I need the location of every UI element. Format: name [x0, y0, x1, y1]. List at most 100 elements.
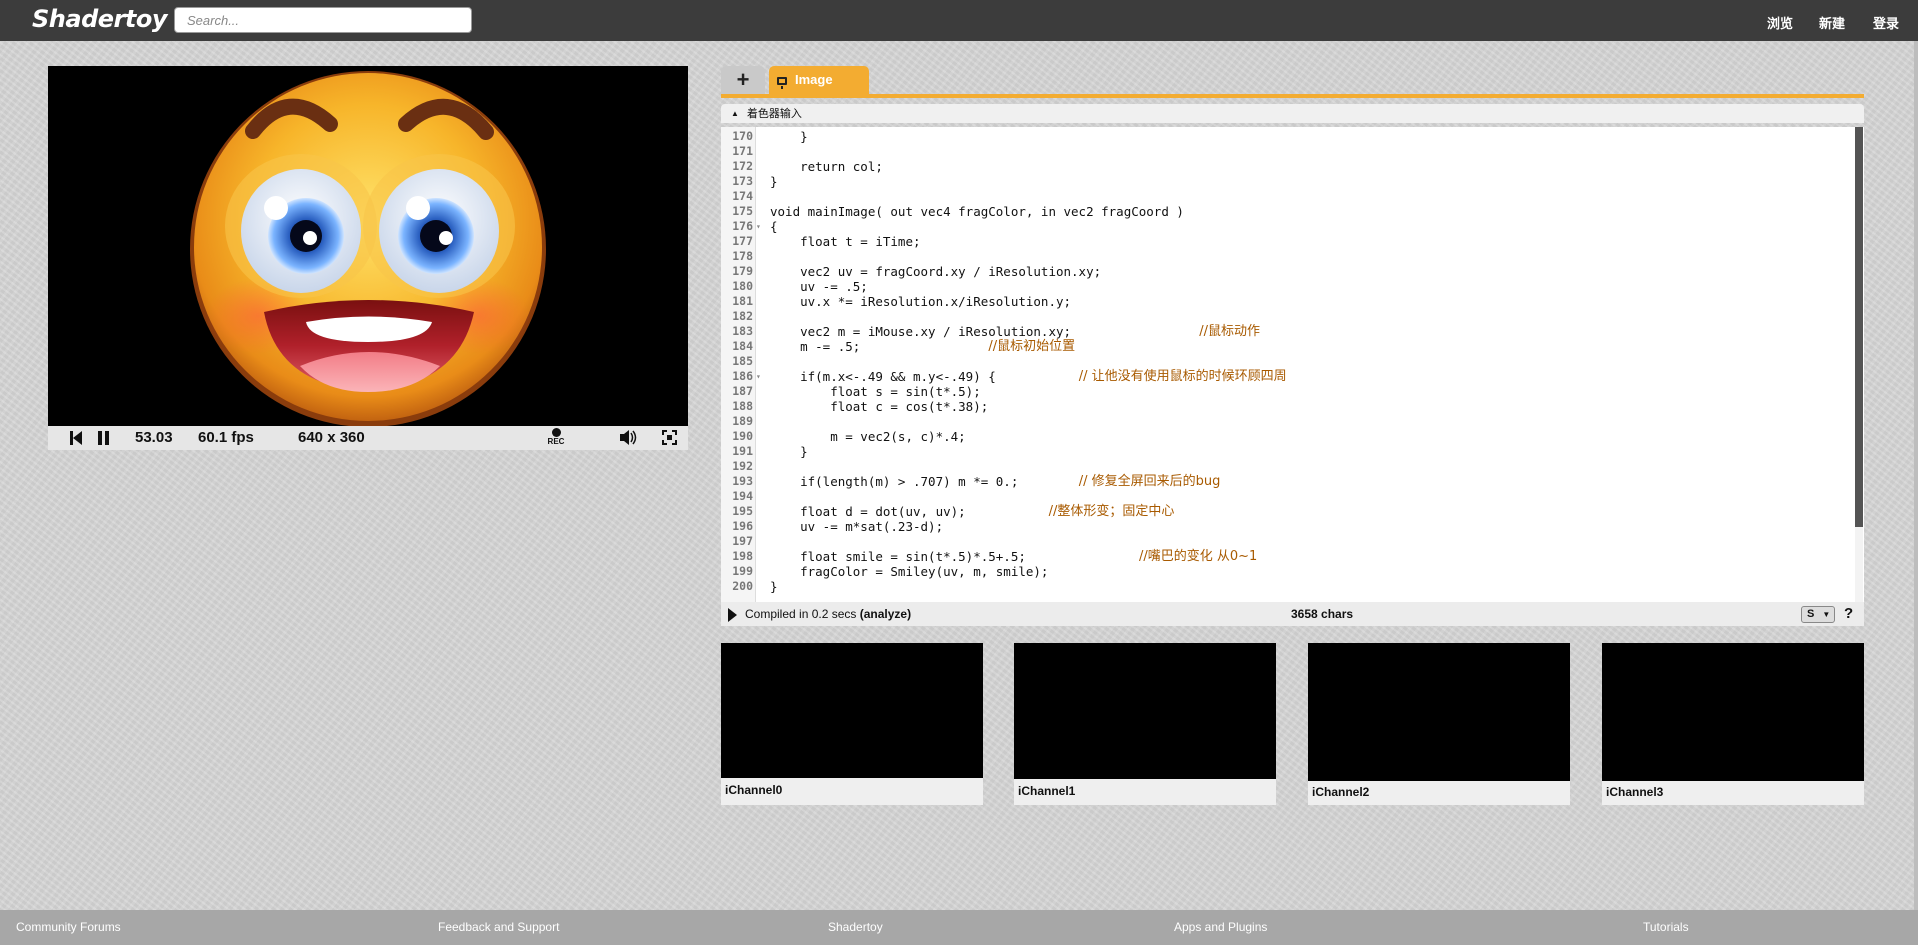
line-number: 200	[732, 579, 753, 593]
code-line[interactable]: 191 }	[721, 444, 1851, 459]
fold-arrow-icon[interactable]: ▾	[756, 219, 761, 234]
line-number: 174	[732, 189, 753, 203]
code-line[interactable]: 183 vec2 m = iMouse.xy / iResolution.xy;…	[721, 324, 1851, 339]
code-line[interactable]: 174	[721, 189, 1851, 204]
code-line[interactable]: 189	[721, 414, 1851, 429]
footer-apps-plugins[interactable]: Apps and Plugins	[1174, 920, 1267, 934]
line-number: 175	[732, 204, 753, 218]
record-label: REC	[547, 437, 565, 446]
code-line[interactable]: 197	[721, 534, 1851, 549]
line-number: 188	[732, 399, 753, 413]
ichannel2-slot[interactable]: iChannel2	[1308, 643, 1570, 805]
footer-community-forums[interactable]: Community Forums	[16, 920, 121, 934]
code-text: uv -= m*sat(.23-d);	[770, 519, 944, 534]
ichannel1-label: iChannel1	[1018, 784, 1076, 798]
code-text: void mainImage( out vec4 fragColor, in v…	[770, 204, 1184, 219]
code-line[interactable]: 178	[721, 249, 1851, 264]
help-button[interactable]: ?	[1844, 602, 1853, 626]
code-line[interactable]: 182	[721, 309, 1851, 324]
code-text: if(m.x<-.49 && m.y<-.49) {	[770, 369, 996, 384]
ichannel0-label: iChannel0	[725, 783, 783, 797]
volume-icon[interactable]	[620, 429, 638, 446]
ichannel1-preview[interactable]	[1014, 643, 1276, 779]
code-line[interactable]: 194	[721, 489, 1851, 504]
line-number: 189	[732, 414, 753, 428]
nav-login[interactable]: 登录	[1873, 13, 1899, 32]
code-line[interactable]: 185	[721, 354, 1851, 369]
code-line[interactable]: 199 fragColor = Smiley(uv, m, smile);	[721, 564, 1851, 579]
code-line[interactable]: 181 uv.x *= iResolution.x/iResolution.y;	[721, 294, 1851, 309]
line-number: 183	[732, 324, 753, 338]
line-number: 193	[732, 474, 753, 488]
line-number: 186	[732, 369, 753, 383]
code-editor[interactable]: 170 } 171 172 return col; 173} 174 175 void ma…	[721, 127, 1864, 602]
editor-scrollbar-thumb[interactable]	[1855, 127, 1863, 527]
search-input[interactable]	[174, 7, 472, 33]
line-number: 176	[732, 219, 753, 233]
ichannel2-preview[interactable]	[1308, 643, 1570, 781]
shader-canvas[interactable]	[48, 66, 688, 426]
code-line[interactable]: 175 void mainImage( out vec4 fragColor, i…	[721, 204, 1851, 219]
rewind-icon[interactable]	[70, 431, 82, 445]
char-count: 3658 chars	[1291, 607, 1354, 621]
code-line[interactable]: 187 float s = sin(t*.5);	[721, 384, 1851, 399]
line-number: 194	[732, 489, 753, 503]
tab-image[interactable]: Image	[769, 66, 869, 94]
page-scrollbar[interactable]	[1914, 41, 1918, 910]
code-line[interactable]: 176 ▾ {	[721, 219, 1851, 234]
code-line[interactable]: 192	[721, 459, 1851, 474]
nav-browse[interactable]: 浏览	[1767, 13, 1793, 32]
code-line[interactable]: 173}	[721, 174, 1851, 189]
footer-shadertoy[interactable]: Shadertoy	[828, 920, 883, 934]
ichannel1-slot[interactable]: iChannel1	[1014, 643, 1276, 805]
code-line[interactable]: 186 ▾ if(m.x<-.49 && m.y<-.49) {// 让他没有使用…	[721, 369, 1851, 384]
footer-tutorials[interactable]: Tutorials	[1643, 920, 1689, 934]
monitor-icon	[777, 77, 787, 89]
code-line[interactable]: 180 uv -= .5;	[721, 279, 1851, 294]
footer-feedback-support[interactable]: Feedback and Support	[438, 920, 559, 934]
record-button[interactable]: REC	[544, 428, 568, 446]
shader-inputs-toggle[interactable]: ▲ 着色器输入	[721, 104, 1864, 123]
code-line[interactable]: 193 if(length(m) > .707) m *= 0.; // 修复全屏…	[721, 474, 1851, 489]
code-text: }	[770, 579, 778, 594]
line-number: 187	[732, 384, 753, 398]
code-line[interactable]: 190 m = vec2(s, c)*.4;	[721, 429, 1851, 444]
code-line[interactable]: 195 float d = dot(uv, uv); //整体形变；固定中心	[721, 504, 1851, 519]
code-line[interactable]: 188 float c = cos(t*.38);	[721, 399, 1851, 414]
pause-icon[interactable]	[98, 431, 109, 445]
collapse-triangle-icon: ▲	[731, 109, 739, 118]
ichannel3-label: iChannel3	[1606, 785, 1664, 799]
code-line[interactable]: 196 uv -= m*sat(.23-d);	[721, 519, 1851, 534]
fullscreen-icon[interactable]	[662, 430, 677, 445]
smiley-face-render	[190, 71, 546, 426]
ichannel0-preview[interactable]	[721, 643, 983, 778]
code-line[interactable]: 184 m -= .5; //鼠标初始位置	[721, 339, 1851, 354]
code-line[interactable]: 198 float smile = sin(t*.5)*.5+.5; //嘴巴的变…	[721, 549, 1851, 564]
code-text: m = vec2(s, c)*.4;	[770, 429, 966, 444]
ichannel0-slot[interactable]: iChannel0	[721, 643, 983, 805]
code-line[interactable]: 170 }	[721, 129, 1851, 144]
resolution-display: 640 x 360	[298, 429, 365, 446]
ichannel3-preview[interactable]	[1602, 643, 1864, 781]
font-size-select[interactable]: S ▼	[1801, 606, 1835, 623]
code-line[interactable]: 177 float t = iTime;	[721, 234, 1851, 249]
fold-arrow-icon[interactable]: ▾	[756, 369, 761, 384]
code-text: float t = iTime;	[770, 234, 921, 249]
add-tab-button[interactable]: +	[721, 66, 765, 94]
ichannel3-slot[interactable]: iChannel3	[1602, 643, 1864, 805]
shadertoy-logo[interactable]: Shadertoy	[32, 5, 167, 33]
tab-image-label: Image	[795, 72, 833, 87]
code-text: vec2 m = iMouse.xy / iResolution.xy;	[770, 324, 1072, 339]
nav-new[interactable]: 新建	[1819, 13, 1845, 32]
code-line[interactable]: 179 vec2 uv = fragCoord.xy / iResolution…	[721, 264, 1851, 279]
chevron-down-icon: ▼	[1822, 610, 1831, 619]
line-number: 192	[732, 459, 753, 473]
compile-play-icon[interactable]	[728, 608, 737, 622]
code-line[interactable]: 172 return col;	[721, 159, 1851, 174]
code-text: if(length(m) > .707) m *= 0.;	[770, 474, 1019, 489]
font-size-value: S	[1807, 608, 1815, 620]
ichannel2-label: iChannel2	[1312, 785, 1370, 799]
code-line[interactable]: 200}	[721, 579, 1851, 594]
code-line[interactable]: 171	[721, 144, 1851, 159]
analyze-link[interactable]: (analyze)	[860, 607, 911, 621]
